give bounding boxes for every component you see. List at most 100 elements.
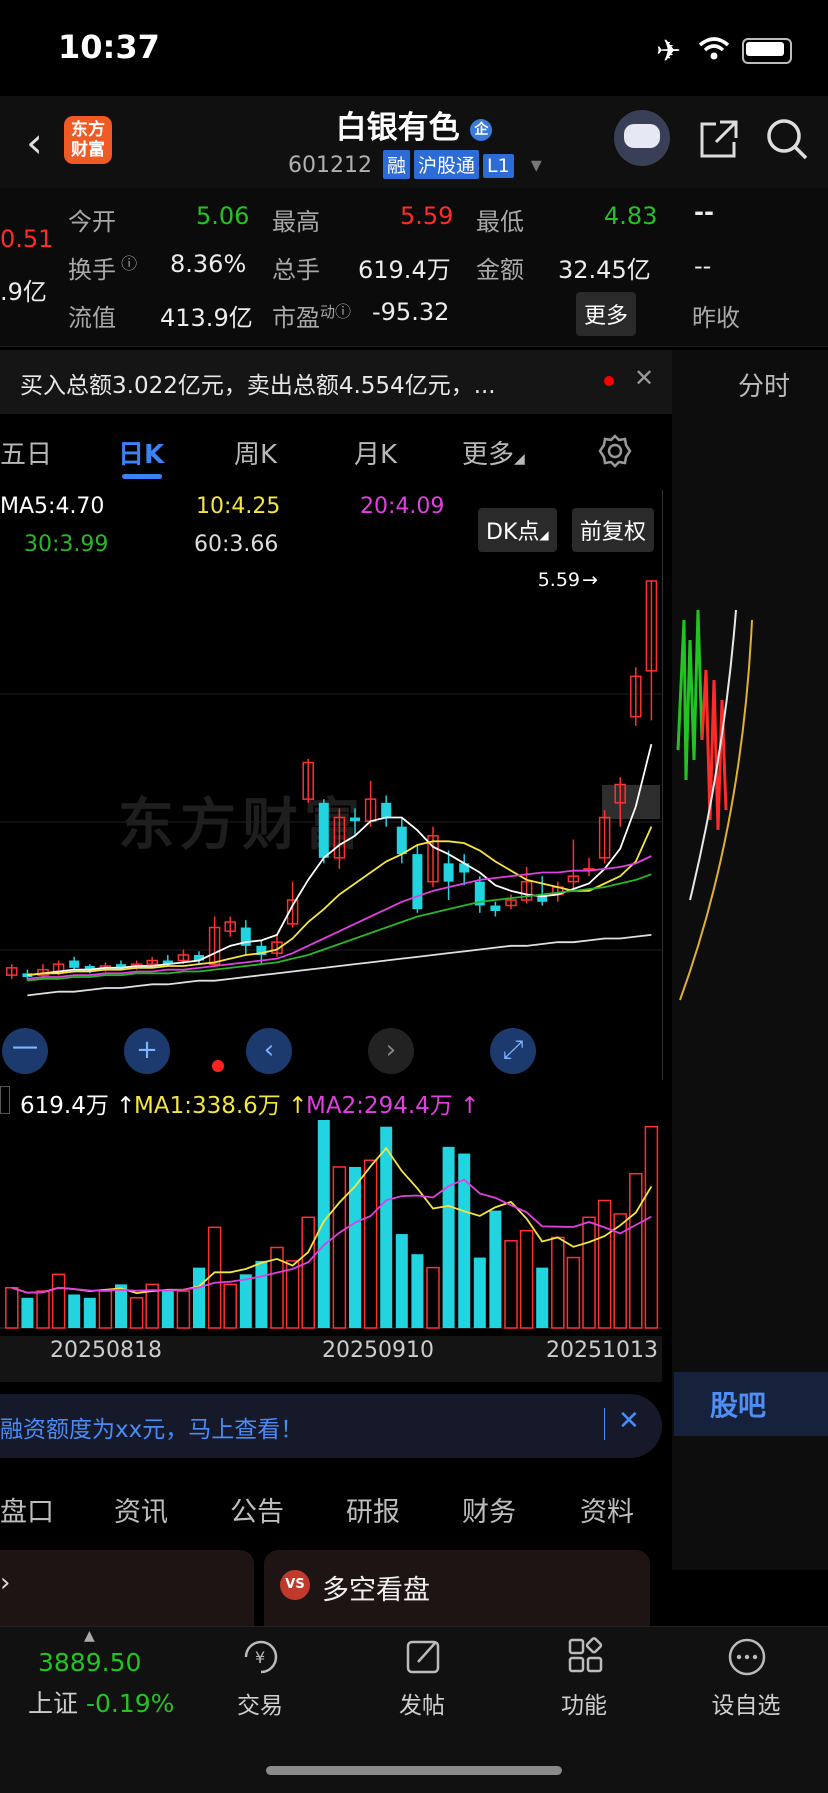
tab-announcements[interactable]: 公告 [230,1490,284,1529]
tab-financials[interactable]: 财务 [462,1490,516,1529]
more-dots-icon[interactable] [726,1636,768,1678]
notice-bar[interactable]: 买入总额3.022亿元，卖出总额4.554亿元，... ✕ [0,350,672,414]
pe-info-icon[interactable]: ⓘ [335,302,351,321]
dk-point-button[interactable]: DK点◢ [478,508,557,552]
volume-bar[interactable] [536,1267,549,1328]
pe-label: 市盈动ⓘ [272,298,351,333]
tab-week-k[interactable]: 周K [234,434,277,471]
volume-bar[interactable] [51,1273,66,1329]
volume-bar[interactable] [597,1199,612,1329]
volume-bar[interactable] [551,1236,565,1329]
open-label: 今开 [68,208,116,236]
volume-bar[interactable] [473,1257,486,1328]
candle-body[interactable] [396,826,407,855]
volume-bar[interactable] [207,1226,222,1329]
page-dot [212,1060,224,1072]
candle-body[interactable] [318,802,329,858]
right-mid: -- [694,252,712,280]
robot-avatar-icon[interactable] [614,110,670,166]
info-icon[interactable]: ⓘ [116,254,137,273]
nav-functions[interactable]: 功能 [524,1686,644,1720]
candle-body[interactable] [381,802,392,818]
card-rank[interactable]: › [0,1550,254,1628]
volume-bar[interactable] [21,1297,34,1328]
candle-body[interactable] [490,905,501,912]
tab-research[interactable]: 研报 [346,1490,400,1529]
volume-ma1-line [11,1146,653,1295]
index-value[interactable]: 3889.50 [38,1648,141,1677]
volume-bar[interactable] [566,1256,581,1329]
close-icon[interactable]: ✕ [634,364,654,392]
trade-icon[interactable]: ¥ [240,1636,282,1678]
volume-bar[interactable] [98,1290,113,1329]
stock-code-line[interactable]: 601212 融沪股通 L1 ▾ [288,150,542,179]
volume-bar[interactable] [193,1267,205,1328]
volume-bar[interactable] [255,1260,268,1328]
next-arrow-button[interactable]: › [368,1028,414,1074]
tab-news[interactable]: 资讯 [114,1490,168,1529]
volume-bar[interactable] [504,1240,518,1329]
tab-month-k[interactable]: 月K [354,434,397,471]
volume-bar[interactable] [411,1254,424,1328]
volume-bar[interactable] [36,1290,50,1329]
volume-bar[interactable] [519,1229,534,1329]
volume-bar[interactable] [301,1216,315,1329]
volume-bar[interactable] [223,1283,237,1329]
volume-bar[interactable] [426,1266,440,1329]
volume-bar[interactable] [644,1125,659,1329]
candle-body[interactable] [69,960,80,968]
volume-bar[interactable] [176,1290,191,1329]
search-icon[interactable] [764,116,810,162]
left-value-2: .9亿 [0,278,47,306]
volume-bar[interactable] [629,1172,643,1329]
volume-bar[interactable] [239,1274,252,1328]
tab-five-day[interactable]: 五日 [0,434,52,471]
volume-bar[interactable] [83,1297,96,1328]
volume-bar[interactable] [5,1286,19,1329]
fullscreen-button[interactable]: ⤢ [490,1028,536,1074]
timeshare-tab[interactable]: 分时 [738,366,790,403]
volume-indicator-icon[interactable] [0,1086,10,1114]
volume-bar[interactable] [582,1216,596,1329]
candle-body[interactable] [443,863,454,882]
volume-bar[interactable] [332,1166,347,1329]
banner-divider [604,1408,605,1440]
zoom-in-button[interactable]: + [124,1028,170,1074]
post-icon[interactable] [404,1636,444,1676]
guba-tab[interactable]: 股吧 [710,1384,766,1424]
high-value: 5.59 [400,202,454,230]
share-icon[interactable] [698,118,740,160]
tab-more-label: 更多 [462,440,515,470]
volume-bar[interactable] [395,1234,408,1328]
volume-bar[interactable] [161,1291,174,1328]
volume-bar[interactable] [129,1297,144,1329]
card-long-short[interactable]: VS 多空看盘 [264,1550,650,1628]
content-tabs [0,1474,672,1544]
financing-banner[interactable]: 融资额度为xx元，马上查看！ ✕ [0,1394,662,1458]
adjust-button[interactable]: 前复权 [572,508,655,552]
volume-bar[interactable] [442,1146,455,1328]
tab-orderbook[interactable]: 盘口 [0,1490,54,1529]
candle-body[interactable] [350,817,360,822]
prev-arrow-button[interactable]: ‹ [246,1028,292,1074]
volume-bar[interactable] [68,1294,81,1328]
index-line[interactable]: 上证 -0.19% [28,1684,174,1720]
nav-add-watchlist[interactable]: 设自选 [686,1686,806,1720]
functions-icon[interactable] [566,1636,606,1676]
index-up-icon: ▲ [84,1628,95,1644]
tab-profile[interactable]: 资料 [580,1490,634,1529]
zoom-out-button[interactable]: 一 [2,1028,48,1074]
volume-bar[interactable] [380,1126,393,1328]
volume-bar[interactable] [285,1260,300,1329]
nav-post[interactable]: 发帖 [362,1686,482,1720]
settings-gear-icon[interactable] [598,434,632,468]
candle-body[interactable] [412,854,423,910]
tab-more[interactable]: 更多◢ [462,434,525,471]
volume-bar[interactable] [317,1120,330,1328]
volume-bar[interactable] [489,1210,502,1328]
tab-day-k[interactable]: 日K [118,434,164,471]
volume-bar[interactable] [363,1159,378,1329]
more-button[interactable]: 更多 [576,292,637,336]
nav-trade[interactable]: 交易 [200,1686,320,1720]
banner-close-icon[interactable]: ✕ [618,1406,640,1436]
